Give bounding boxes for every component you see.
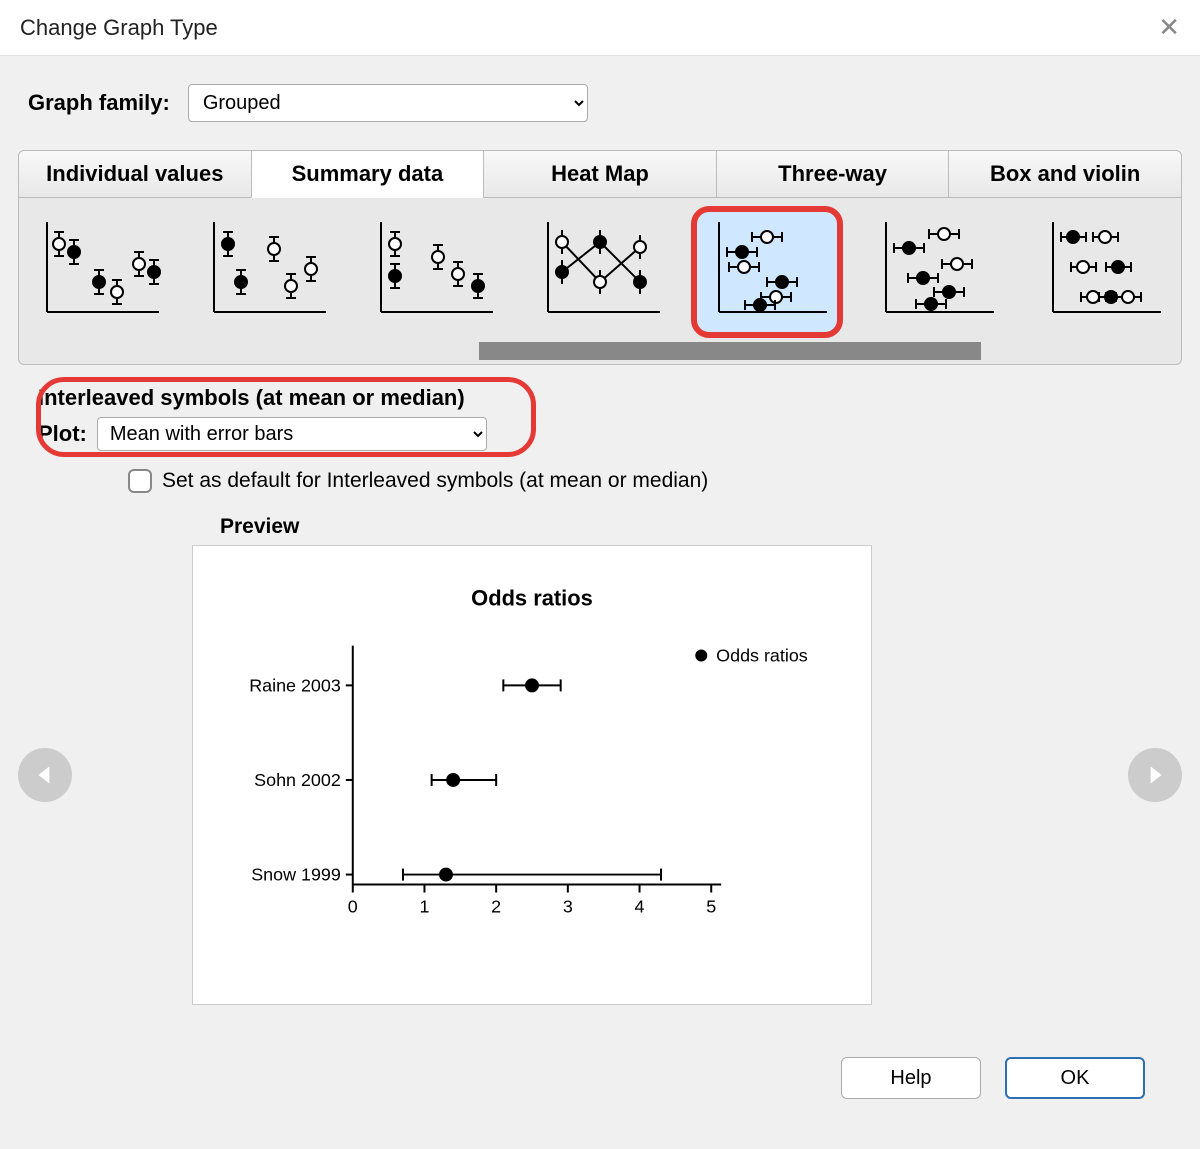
settings-section-title: Interleaved symbols (at mean or median) [38, 385, 1182, 411]
svg-text:1: 1 [419, 896, 429, 916]
gallery-scrollbar[interactable] [29, 342, 1171, 364]
graph-thumb-4[interactable] [530, 212, 670, 332]
graph-thumb-6[interactable] [864, 212, 1004, 332]
graph-family-row: Graph family: Grouped [18, 84, 1182, 122]
chart-preview: Odds ratios Odds ratios Raine 2003 Sohn 200… [192, 545, 872, 1005]
plot-label: Plot: [38, 421, 87, 447]
graph-family-select[interactable]: Grouped [188, 84, 588, 122]
triangle-right-icon [1142, 762, 1168, 788]
svg-text:5: 5 [706, 896, 716, 916]
svg-text:Sohn 2002: Sohn 2002 [254, 770, 341, 790]
tab-heat-map[interactable]: Heat Map [483, 150, 717, 198]
graph-family-label: Graph family: [28, 90, 170, 116]
svg-text:Odds ratios: Odds ratios [471, 586, 593, 611]
tab-individual-values[interactable]: Individual values [18, 150, 252, 198]
tab-box-and-violin[interactable]: Box and violin [948, 150, 1182, 198]
svg-text:4: 4 [635, 896, 645, 916]
thumbnail-gallery [18, 198, 1182, 365]
svg-text:Raine 2003: Raine 2003 [249, 675, 341, 695]
close-icon[interactable]: ✕ [1158, 12, 1180, 43]
plot-select[interactable]: Mean with error bars [97, 417, 487, 451]
graph-thumb-1[interactable] [29, 212, 169, 332]
graph-thumb-7[interactable] [1031, 212, 1171, 332]
plot-settings: Interleaved symbols (at mean or median) … [18, 385, 1182, 493]
svg-text:0: 0 [348, 896, 358, 916]
triangle-left-icon [32, 762, 58, 788]
svg-text:Snow 1999: Snow 1999 [251, 865, 341, 885]
graph-thumb-2[interactable] [196, 212, 336, 332]
ok-button[interactable]: OK [1005, 1057, 1145, 1099]
help-button[interactable]: Help [841, 1057, 981, 1099]
set-default-label: Set as default for Interleaved symbols (… [162, 469, 708, 493]
svg-text:3: 3 [563, 896, 573, 916]
graph-thumb-5[interactable] [697, 212, 837, 332]
window-title: Change Graph Type [20, 15, 218, 41]
svg-text:Odds ratios: Odds ratios [716, 645, 808, 665]
preview-label: Preview [220, 515, 1182, 539]
tab-row: Individual values Summary data Heat Map … [18, 150, 1182, 198]
main-panel: Graph family: Grouped Individual values … [0, 56, 1200, 1149]
svg-text:2: 2 [491, 896, 501, 916]
dialog-buttons: Help OK [841, 1057, 1145, 1099]
tab-three-way[interactable]: Three-way [716, 150, 950, 198]
tab-summary-data[interactable]: Summary data [251, 150, 485, 198]
prev-arrow-button[interactable] [18, 748, 72, 802]
graph-thumb-3[interactable] [363, 212, 503, 332]
set-default-checkbox[interactable] [128, 469, 152, 493]
titlebar: Change Graph Type ✕ [0, 0, 1200, 56]
next-arrow-button[interactable] [1128, 748, 1182, 802]
